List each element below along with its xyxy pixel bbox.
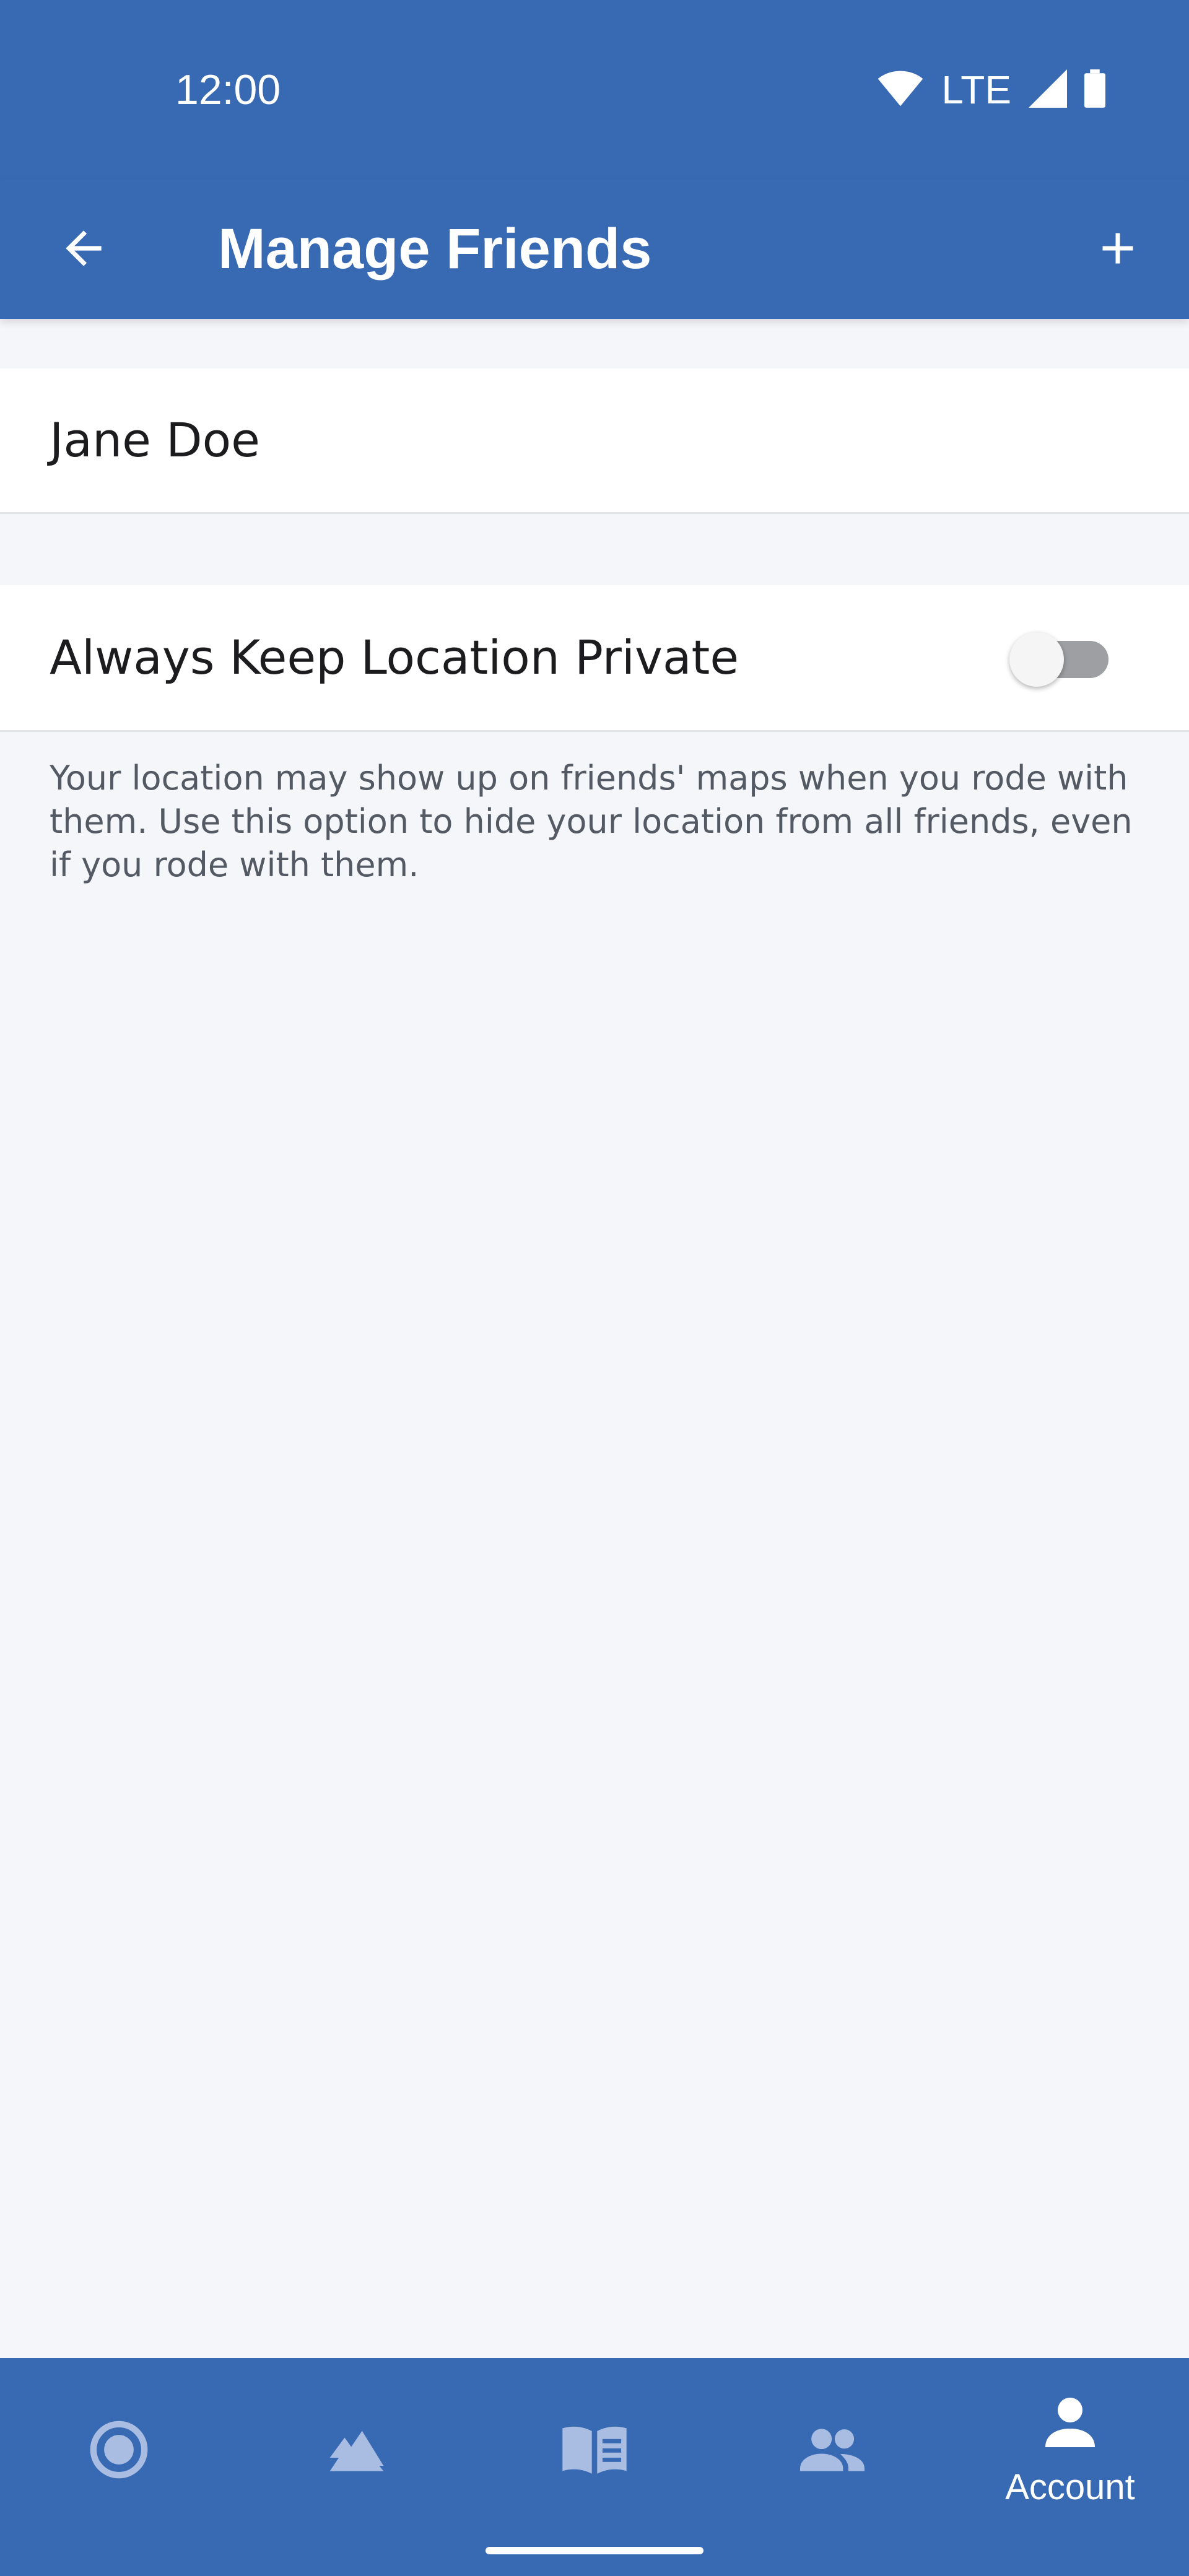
signal-icon xyxy=(1029,69,1067,110)
status-time: 12:00 xyxy=(175,66,281,113)
back-button[interactable] xyxy=(43,209,124,290)
location-privacy-row[interactable]: Always Keep Location Private xyxy=(0,585,1189,732)
plus-icon xyxy=(1092,222,1144,277)
page-title: Manage Friends xyxy=(218,217,652,281)
nav-label-account: Account xyxy=(1005,2467,1135,2507)
arrow-back-icon xyxy=(57,222,110,277)
location-privacy-toggle[interactable] xyxy=(1009,632,1108,687)
home-indicator xyxy=(486,2547,703,2554)
toggle-thumb xyxy=(1009,632,1064,687)
status-bar: 12:00 LTE xyxy=(0,0,1189,180)
record-icon xyxy=(87,2417,151,2484)
friend-list-item[interactable]: Jane Doe xyxy=(0,368,1189,514)
add-friend-button[interactable] xyxy=(1078,209,1158,290)
nav-item-friends[interactable] xyxy=(713,2358,951,2544)
person-icon xyxy=(1040,2393,1100,2455)
network-type: LTE xyxy=(941,67,1011,112)
location-privacy-helper-text: Your location may show up on friends' ma… xyxy=(50,759,1133,884)
battery-icon xyxy=(1084,69,1105,111)
location-privacy-label: Always Keep Location Private xyxy=(50,630,739,685)
nav-item-explore[interactable] xyxy=(238,2358,476,2544)
nav-item-account[interactable]: Account xyxy=(951,2358,1189,2544)
bottom-navigation: Account xyxy=(0,2358,1189,2576)
nav-item-guides[interactable] xyxy=(476,2358,713,2544)
wifi-icon xyxy=(877,70,924,110)
book-icon xyxy=(560,2417,629,2484)
app-bar: Manage Friends xyxy=(0,180,1189,319)
nav-item-record[interactable] xyxy=(0,2358,238,2544)
friend-name: Jane Doe xyxy=(50,412,260,468)
status-icons: LTE xyxy=(877,62,1105,118)
mountain-icon xyxy=(324,2417,389,2484)
people-icon xyxy=(796,2417,868,2484)
